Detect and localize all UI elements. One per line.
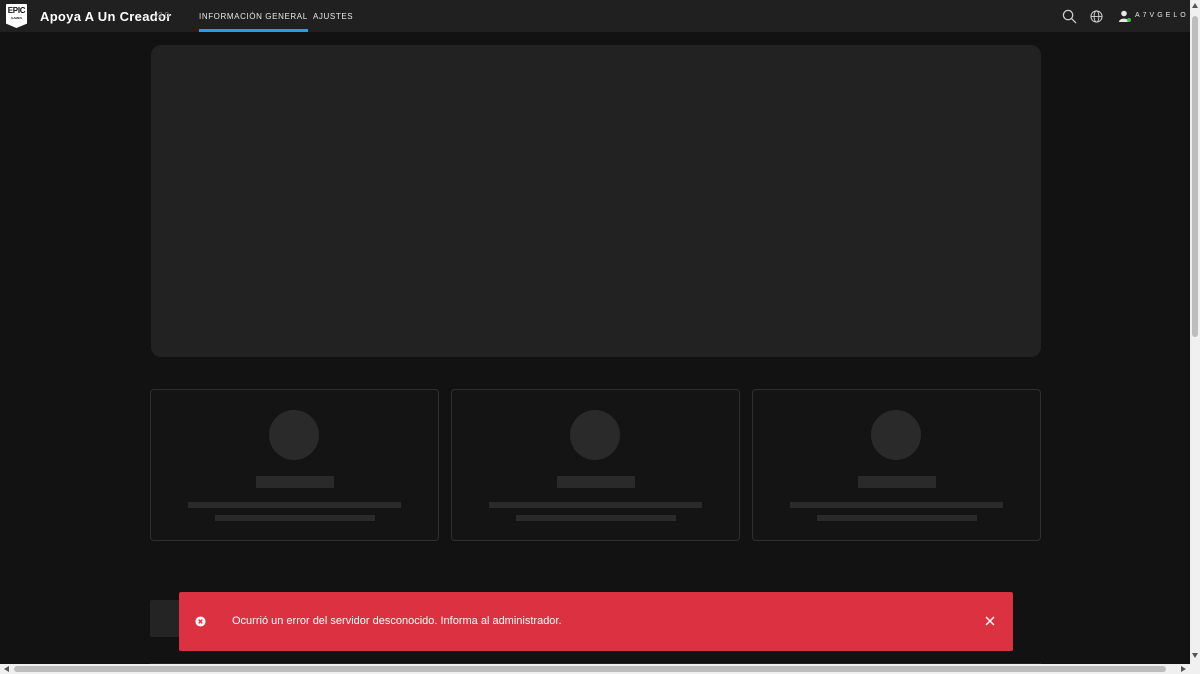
vertical-scrollbar[interactable] (1190, 0, 1200, 664)
error-toast: Ocurrió un error del servidor desconocid… (179, 592, 1013, 651)
logo-subtext: GAMES (10, 16, 22, 20)
scroll-right-arrow-icon[interactable] (1181, 666, 1186, 672)
logo-text: EPIC (7, 6, 26, 15)
search-icon[interactable] (1062, 9, 1077, 24)
error-circle-icon (195, 616, 206, 627)
error-message: Ocurrió un error del servidor desconocid… (232, 615, 562, 627)
username-label[interactable]: A7VGELO (1135, 12, 1189, 19)
horizontal-scrollbar[interactable] (0, 664, 1190, 674)
text-placeholder (489, 502, 702, 508)
scroll-up-arrow-icon[interactable] (1192, 3, 1198, 8)
creator-card-skeleton (451, 389, 740, 541)
tab-informacion-general[interactable]: INFORMACIÓN GENERAL (199, 12, 308, 32)
text-placeholder (790, 502, 1003, 508)
top-nav-bar: EPIC GAMES Apoya A Un Creador v2.0 INFOR… (0, 0, 1190, 32)
vertical-scroll-thumb[interactable] (1192, 16, 1198, 337)
title-placeholder (256, 476, 334, 488)
text-placeholder (215, 515, 375, 521)
avatar-placeholder (269, 410, 319, 460)
title-placeholder (858, 476, 936, 488)
text-placeholder (188, 502, 401, 508)
app-title[interactable]: Apoya A Un Creador (40, 9, 172, 24)
scroll-left-arrow-icon[interactable] (4, 666, 9, 672)
scrollbar-corner (1190, 664, 1200, 674)
avatar-placeholder (871, 410, 921, 460)
text-placeholder (817, 515, 977, 521)
creator-card-skeleton (150, 389, 439, 541)
close-icon[interactable] (985, 616, 995, 626)
text-placeholder (516, 515, 676, 521)
creator-card-skeleton (752, 389, 1041, 541)
app-version: v2.0 (154, 11, 170, 20)
globe-icon[interactable] (1090, 10, 1103, 23)
scroll-down-arrow-icon[interactable] (1192, 653, 1198, 658)
title-placeholder (557, 476, 635, 488)
hero-skeleton (151, 45, 1041, 357)
user-icon[interactable] (1119, 10, 1131, 22)
horizontal-scroll-thumb[interactable] (14, 666, 1166, 672)
tab-ajustes[interactable]: AJUSTES (313, 12, 353, 21)
epic-games-logo[interactable]: EPIC GAMES (6, 4, 27, 28)
avatar-placeholder (570, 410, 620, 460)
